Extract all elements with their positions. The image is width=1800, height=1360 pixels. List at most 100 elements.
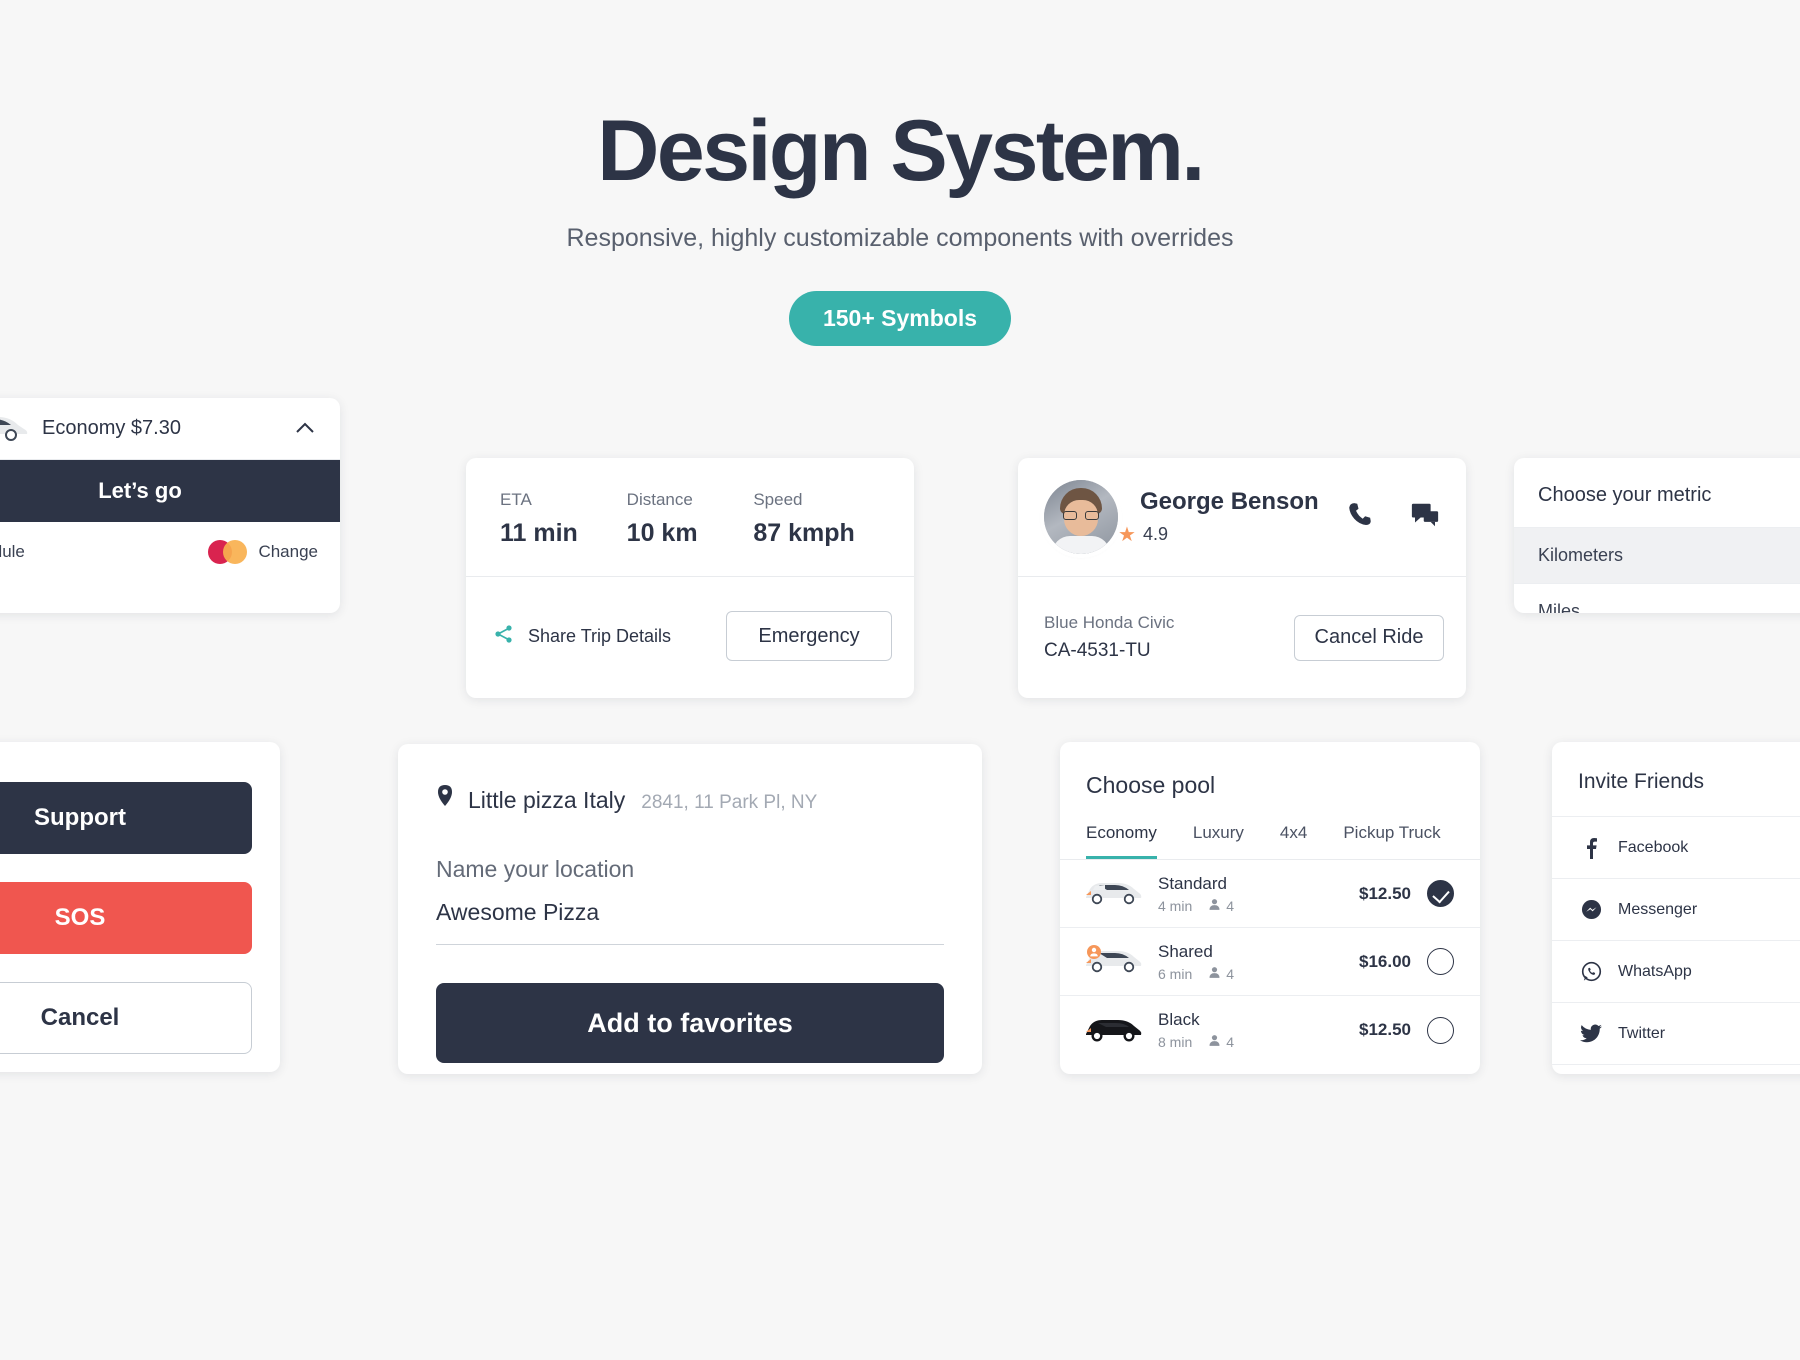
list-item-label: Messenger	[1618, 900, 1698, 918]
metric-picker-card: Choose your metric Kilometers Miles Conf…	[1514, 458, 1800, 613]
stat-eta: ETA 11 min	[500, 490, 627, 548]
share-icon	[494, 624, 528, 649]
tab-economy[interactable]: Economy	[1086, 823, 1157, 859]
stat-speed: Speed 87 kmph	[753, 490, 880, 548]
pool-row-info: Black 8 min 4	[1158, 1010, 1359, 1050]
stat-eta-label: ETA	[500, 490, 532, 509]
location-header: Little pizza Italy 2841, 11 Park Pl, NY	[436, 784, 944, 814]
emergency-button[interactable]: Emergency	[726, 611, 892, 661]
phone-icon[interactable]	[1346, 500, 1376, 535]
pool-row-name: Black	[1158, 1010, 1200, 1029]
metric-option-miles[interactable]: Miles	[1514, 583, 1800, 613]
shared-sedan-icon	[1082, 944, 1144, 979]
sos-button[interactable]: SOS	[0, 882, 252, 954]
pool-row-info: Standard 4 min 4	[1158, 874, 1359, 914]
stat-distance-value: 10 km	[626, 519, 698, 547]
economy-fare-card: Economy $7.30 Let’s go Schedule Change	[0, 398, 340, 613]
list-item[interactable]: Twitter	[1552, 1002, 1800, 1064]
driver-name: George Benson	[1140, 487, 1319, 515]
tab-luxury[interactable]: Luxury	[1193, 823, 1244, 859]
chat-icon[interactable]	[1410, 500, 1440, 535]
list-item[interactable]: WhatsApp	[1552, 940, 1800, 1002]
pool-row-meta: 8 min 4	[1158, 1034, 1359, 1050]
choose-pool-card: Choose pool Economy Luxury 4x4 Pickup Tr…	[1060, 742, 1480, 1074]
black-sedan-icon	[1082, 1013, 1144, 1048]
twitter-icon	[1578, 1024, 1604, 1043]
cancel-ride-button[interactable]: Cancel Ride	[1294, 614, 1444, 661]
table-row[interactable]: Shared 6 min 4 $16.00	[1060, 928, 1480, 996]
driver-rating-value: 4.9	[1142, 523, 1168, 544]
pool-row-meta: 6 min 4	[1158, 966, 1359, 982]
pool-row-radio[interactable]	[1427, 880, 1454, 907]
economy-tier-row[interactable]: Economy $7.30	[0, 398, 340, 460]
trip-stats-row: ETA 11 min Distance 10 km Speed 87 kmph	[466, 458, 914, 576]
driver-identity: George Benson ★ 4.9	[1118, 488, 1319, 547]
pool-row-name: Standard	[1158, 873, 1227, 893]
pool-row-info: Shared 6 min 4	[1158, 942, 1359, 982]
pool-row-meta: 4 min 4	[1158, 898, 1359, 914]
name-location-label: Name your location	[436, 856, 635, 882]
whatsapp-icon	[1578, 961, 1604, 982]
facebook-icon	[1578, 837, 1604, 859]
vehicle-info: Blue Honda Civic CA-4531-TU	[1044, 613, 1174, 662]
pool-row-radio[interactable]	[1427, 948, 1454, 975]
avatar	[1044, 480, 1118, 554]
list-item-label: WhatsApp	[1618, 962, 1692, 980]
share-trip-details-button[interactable]: Share Trip Details	[494, 624, 671, 649]
page-title: Design System.	[597, 103, 1205, 199]
pool-row-eta: 8 min	[1158, 1034, 1193, 1050]
support-actions-card: Support SOS Cancel	[0, 742, 280, 1072]
name-location-input[interactable]: Awesome Pizza	[436, 883, 944, 945]
add-to-favorites-button[interactable]: Add to favorites	[436, 983, 944, 1063]
mastercard-logo	[208, 540, 248, 564]
pool-row-eta: 6 min	[1158, 965, 1193, 982]
list-item[interactable]: Messenger	[1552, 878, 1800, 940]
pool-row-price: $12.50	[1359, 1020, 1411, 1039]
vehicle-row: Blue Honda Civic CA-4531-TU Cancel Ride	[1018, 577, 1466, 698]
pool-row-seats: 4	[1226, 897, 1235, 914]
share-trip-details-label: Share Trip Details	[528, 625, 672, 646]
pool-row-seats: 4	[1226, 1034, 1235, 1050]
vehicle-model: Blue Honda Civic	[1044, 613, 1175, 632]
table-row[interactable]: Standard 4 min 4 $12.50	[1060, 860, 1480, 928]
stat-distance: Distance 10 km	[627, 490, 754, 548]
tab-4x4[interactable]: 4x4	[1280, 823, 1307, 859]
pool-tabs: Economy Luxury 4x4 Pickup Truck	[1060, 823, 1480, 860]
list-item[interactable]: Other	[1552, 1064, 1800, 1074]
support-cancel-button[interactable]: Cancel	[0, 982, 252, 1054]
location-name: Little pizza Italy	[468, 787, 626, 813]
pool-row-radio[interactable]	[1427, 1016, 1454, 1044]
metric-picker-title: Choose your metric	[1538, 484, 1712, 506]
stat-distance-label: Distance	[626, 490, 693, 509]
economy-tier-label: Economy $7.30	[42, 417, 181, 439]
change-payment-label[interactable]: Change	[258, 542, 318, 562]
name-location-card: Little pizza Italy 2841, 11 Park Pl, NY …	[398, 744, 982, 1074]
person-icon	[1208, 1034, 1221, 1050]
page-root: Design System. Responsive, highly custom…	[0, 0, 1800, 1360]
pool-row-price: $16.00	[1359, 951, 1411, 971]
support-button[interactable]: Support	[0, 782, 252, 854]
driver-rating: ★ 4.9	[1118, 522, 1319, 547]
white-sedan-icon	[1082, 876, 1144, 911]
lets-go-button[interactable]: Let’s go	[0, 460, 340, 522]
star-icon: ★	[1118, 523, 1136, 546]
person-icon	[1208, 898, 1221, 914]
tab-pickup-truck[interactable]: Pickup Truck	[1343, 823, 1440, 859]
hero-section: Design System. Responsive, highly custom…	[0, 0, 1800, 346]
chevron-up-icon[interactable]	[292, 416, 318, 442]
pool-row-eta: 4 min	[1158, 897, 1193, 914]
table-row[interactable]: Black 8 min 4 $12.50	[1060, 996, 1480, 1064]
page-subtitle: Responsive, highly customizable componen…	[566, 224, 1234, 252]
driver-contact-actions	[1346, 500, 1440, 535]
stat-speed-label: Speed	[753, 490, 803, 509]
driver-header-row: George Benson ★ 4.9	[1018, 458, 1466, 576]
metric-option-kilometers[interactable]: Kilometers	[1514, 527, 1800, 583]
list-item[interactable]: Facebook	[1552, 816, 1800, 878]
pool-row-name: Shared	[1158, 941, 1213, 961]
pool-row-seats: 4	[1226, 965, 1235, 982]
choose-pool-title: Choose pool	[1086, 772, 1216, 798]
trip-actions-row: Share Trip Details Emergency	[466, 577, 914, 695]
pool-row-price: $12.50	[1359, 883, 1411, 903]
driver-card: George Benson ★ 4.9 Blue Honda Civic CA-…	[1018, 458, 1466, 698]
schedule-label[interactable]: Schedule	[0, 542, 25, 562]
